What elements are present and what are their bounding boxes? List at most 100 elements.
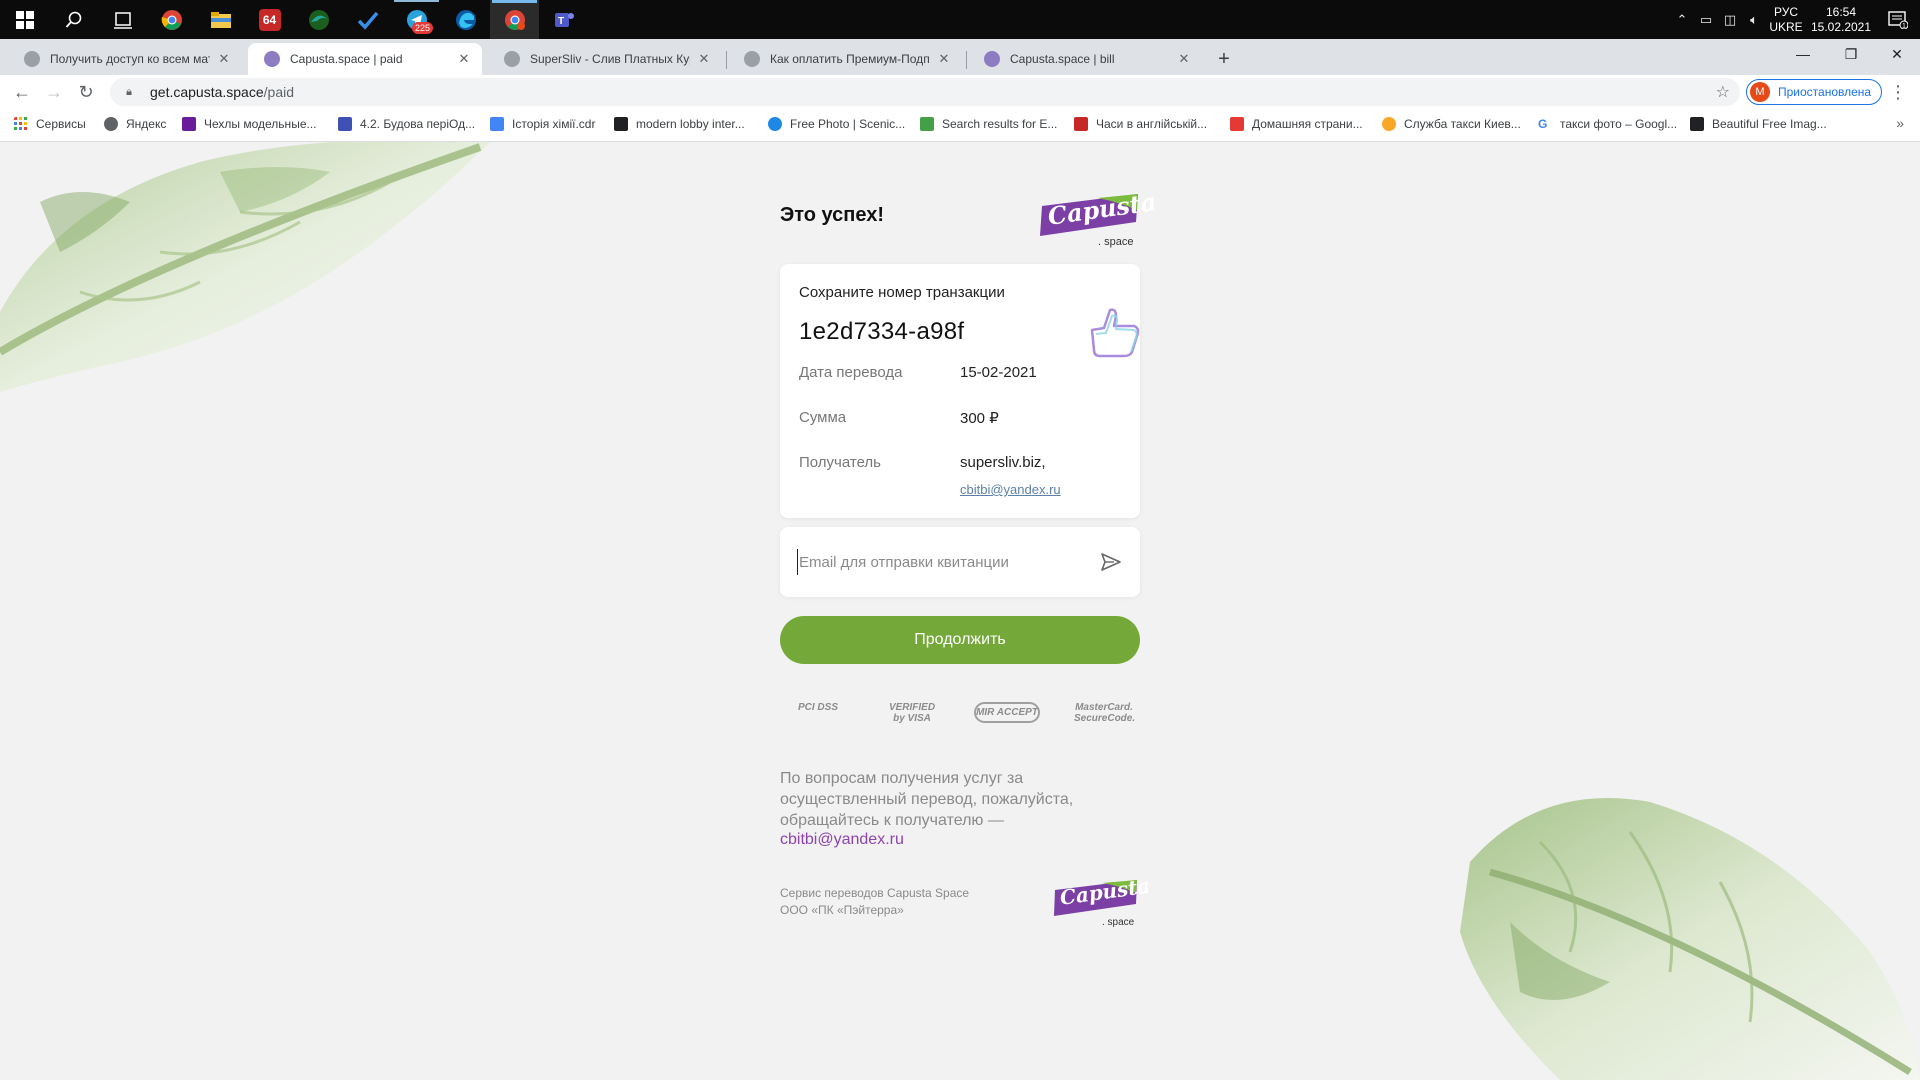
tab-supersliv[interactable]: SuperSliv - Слив Платных Курсо ✕ [488,43,722,75]
volume-icon[interactable]: 🔈︎ [1742,12,1766,28]
bookmark-label: Search results for E... [942,117,1058,131]
chevron-right-double-icon[interactable]: » [1896,115,1904,131]
footer-service-name: Сервис переводов Capusta Space [780,886,970,900]
back-arrow-icon[interactable]: ← [6,78,38,106]
chrome-profile-icon[interactable] [490,0,539,39]
teams-icon[interactable]: T [539,0,588,39]
close-icon[interactable]: ✕ [216,51,232,67]
url-text: get.capusta.space/paid [150,84,294,100]
telegram-icon[interactable]: 225 [392,0,441,39]
capusta-logo[interactable]: Capusta . space [1038,187,1158,250]
page-title: Это успех! [780,204,885,226]
support-email-link[interactable]: cbitbi@yandex.ru [780,831,904,849]
cabbage-leaf-image [0,142,490,392]
keyboard-layout: UKRE [1769,19,1803,34]
windows-start-icon[interactable] [0,0,49,39]
reload-icon[interactable]: ↻ [70,78,102,106]
bookmark-structure[interactable]: 4.2. Будова періОд... [338,117,475,131]
chevron-up-icon[interactable]: ⌃ [1670,12,1694,28]
globe-icon [744,51,760,67]
transfer-date-label: Дата перевода [799,364,903,381]
bookmark-services[interactable]: Сервисы [14,117,86,131]
camera-icon [1690,117,1704,131]
site-favicon-icon [338,117,352,131]
receipt-email-form [780,527,1140,597]
tab-title: SuperSliv - Слив Платных Курсо [530,52,690,66]
forward-arrow-icon[interactable]: → [38,78,70,106]
receipt-email-input[interactable] [797,549,1077,575]
send-icon[interactable] [1098,549,1124,575]
clock[interactable]: 16:54 15.02.2021 [1806,5,1876,35]
avatar: M [1750,82,1770,102]
bookmark-label: Домашняя страни... [1252,117,1363,131]
bookmark-label: 4.2. Будова періОд... [360,117,476,131]
tab-capusta-paid[interactable]: Capusta.space | paid ✕ [248,43,482,75]
bookmark-home-page[interactable]: Домашняя страни... [1230,117,1363,131]
edge-dev-icon[interactable] [294,0,343,39]
tab-title: Capusta.space | bill [1010,52,1115,66]
keyboard-language[interactable]: РУС UKRE [1766,5,1806,35]
more-menu-icon[interactable]: ⋮ [1884,78,1912,106]
bookmark-label: modern lobby inter... [636,117,745,131]
taxi-icon [1382,117,1396,131]
close-icon[interactable]: ✕ [696,51,712,67]
chrome-icon[interactable] [147,0,196,39]
minimize-button[interactable]: — [1780,39,1826,69]
recipient-email-link[interactable]: cbitbi@yandex.ru [960,482,1061,497]
globe-icon [504,51,520,67]
close-icon[interactable]: ✕ [936,51,952,67]
apps-grid-icon [14,117,27,130]
bookmark-star-icon[interactable]: ☆ [1716,82,1730,102]
todo-icon[interactable] [343,0,392,39]
transaction-card: Сохраните номер транзакции 1e2d7334-a98f… [780,264,1140,518]
language-code: РУС [1773,4,1799,19]
bookmark-cases[interactable]: Чехлы модельные... [182,117,317,131]
tab-capusta-bill[interactable]: Capusta.space | bill ✕ [968,43,1202,75]
notification-center-icon[interactable]: 1 [1876,0,1920,39]
bookmark-tenses[interactable]: Часи в англійській... [1074,117,1207,131]
bookmark-label: Beautiful Free Imag... [1712,117,1827,131]
site-favicon-icon [920,117,934,131]
tab-access-materials[interactable]: Получить доступ ко всем матер ✕ [8,43,242,75]
profile-button[interactable]: M Приостановлена [1746,79,1883,105]
restore-button[interactable]: ❐ [1828,39,1874,69]
browser-toolbar: ← → ↻ 🔒︎ get.capusta.space/paid ☆ M Прио… [0,75,1920,109]
amount-value: 300 ₽ [960,410,999,427]
bookmark-taxi-kiev[interactable]: Служба такси Киев... [1382,117,1521,131]
bookmark-google-taxi[interactable]: G такси фото – Googl... [1538,117,1677,131]
site-favicon-icon [614,117,628,131]
capusta-footer-logo[interactable]: Capusta . space [1052,873,1152,930]
close-icon[interactable]: ✕ [456,51,472,67]
task-view-icon[interactable] [98,0,147,39]
clock-date: 15.02.2021 [1810,19,1872,34]
bookmark-lobby[interactable]: modern lobby inter... [614,117,745,131]
capusta-favicon-icon [984,51,1000,67]
aida64-icon[interactable]: 64 [245,0,294,39]
battery-icon[interactable]: ▭ [1694,12,1718,28]
bookmark-search-results[interactable]: Search results for E... [920,117,1057,131]
bookmark-yandex[interactable]: Яндекс [104,117,166,131]
file-explorer-icon[interactable] [196,0,245,39]
bookmark-label: такси фото – Googl... [1560,117,1678,131]
new-tab-button[interactable]: + [1212,48,1236,72]
search-icon[interactable] [49,0,98,39]
edge-icon[interactable] [441,0,490,39]
save-transaction-label: Сохраните номер транзакции [799,284,1005,301]
transaction-id: 1e2d7334-a98f [799,318,965,345]
svg-text:T: T [558,16,564,27]
site-favicon-icon [768,117,782,131]
continue-button[interactable]: Продолжить [780,616,1140,664]
close-window-button[interactable]: ✕ [1874,39,1920,69]
bookmark-free-images[interactable]: Beautiful Free Imag... [1690,117,1827,131]
bookmark-label: Часи в англійській... [1096,117,1208,131]
tab-premium-subscription[interactable]: Как оплатить Премиум-Подпис ✕ [728,43,962,75]
document-icon [490,117,504,131]
lock-icon[interactable]: 🔒︎ [120,86,138,99]
bookmark-free-photo[interactable]: Free Photo | Scenic... [768,117,905,131]
url-host: get.capusta.space [150,84,264,100]
network-icon[interactable]: ◫ [1718,12,1742,28]
bookmark-chemistry[interactable]: Історія хімії.cdr [490,117,595,131]
close-icon[interactable]: ✕ [1176,51,1192,67]
site-favicon-icon [182,117,196,131]
address-bar[interactable]: 🔒︎ get.capusta.space/paid ☆ [110,78,1740,106]
